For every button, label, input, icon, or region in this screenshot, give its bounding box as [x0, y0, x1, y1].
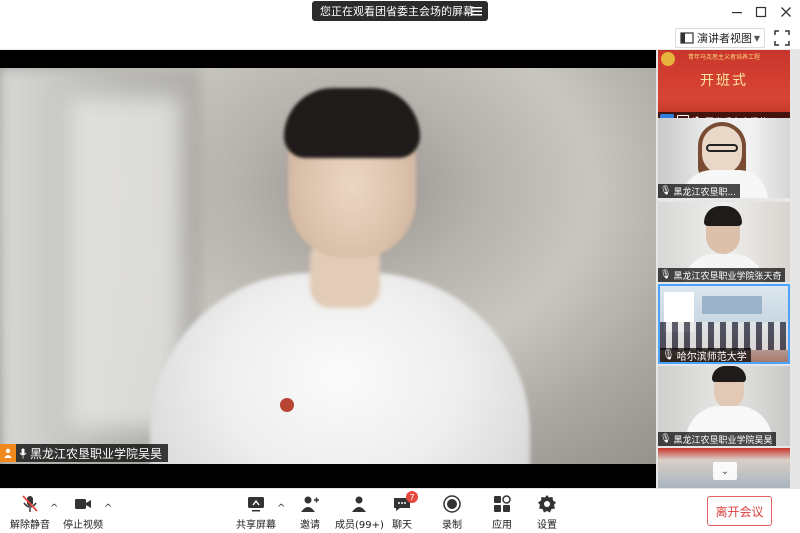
- main-participant-name: 黑龙江农垦职业学院吴昊: [30, 446, 163, 461]
- maximize-button[interactable]: [753, 4, 769, 20]
- close-button[interactable]: [778, 4, 794, 20]
- gear-icon: [538, 495, 556, 513]
- settings-label: 设置: [537, 520, 557, 531]
- thumbnail-name: 黑龙江农垦职...: [673, 187, 737, 198]
- stop-video-label: 停止视频: [63, 520, 103, 531]
- microphone-icon: 🎙: [660, 434, 672, 444]
- members-label: 成员(99+): [335, 520, 384, 531]
- share-screen-icon: [248, 497, 264, 512]
- share-screen-label: 共享屏幕: [236, 520, 276, 531]
- thumbnail-participant-active[interactable]: 🎙 哈尔滨师范大学: [658, 284, 790, 364]
- minimize-icon: [732, 12, 742, 14]
- invite-label: 邀请: [300, 520, 320, 531]
- view-bar: 演讲者视图 ▼: [0, 26, 800, 50]
- chevron-up-icon[interactable]: ^: [104, 503, 112, 514]
- chevron-up-icon[interactable]: ^: [50, 503, 58, 514]
- participant-hair: [712, 366, 746, 382]
- user-icon: [0, 444, 16, 462]
- speaker-badge-pin: [280, 398, 294, 412]
- thumbnail-name: 黑龙江农垦职业学院吴昊: [673, 435, 773, 446]
- chat-button[interactable]: 7 聊天: [392, 491, 418, 531]
- classroom-screen: [702, 296, 762, 314]
- fullscreen-icon[interactable]: [774, 30, 790, 46]
- apps-icon: [494, 495, 511, 512]
- close-icon: [781, 7, 791, 17]
- chevron-down-icon: ▼: [753, 33, 760, 43]
- members-button[interactable]: 成员(99+): [335, 494, 384, 531]
- menu-icon[interactable]: [470, 5, 483, 17]
- screen-share-notice-text: 您正在观看团省委主会场的屏幕: [320, 5, 474, 18]
- thumbnail-name: 黑龙江农垦职业学院张天奇: [673, 271, 782, 282]
- thumbnail-label: 🎙 黑龙江农垦职业学院吴昊: [658, 432, 777, 446]
- record-label: 录制: [442, 520, 462, 531]
- screen-share-notice[interactable]: 您正在观看团省委主会场的屏幕: [312, 1, 488, 21]
- thumbnail-label: 🎙 哈尔滨师范大学: [660, 348, 751, 362]
- chat-label: 聊天: [392, 520, 412, 531]
- scroll-down-button[interactable]: ⌄: [713, 462, 737, 480]
- thumbnail-participant[interactable]: 🎙 黑龙江农垦职业学院张天奇: [658, 202, 790, 282]
- classroom-desks: [660, 322, 788, 350]
- maximize-icon: [755, 6, 767, 18]
- view-mode-select[interactable]: 演讲者视图 ▼: [675, 28, 765, 48]
- thumbnail-participant[interactable]: 🎙 黑龙江农垦职...: [658, 118, 790, 198]
- thumbnail-name: 哈尔滨师范大学: [676, 351, 747, 363]
- thumbnail-participant[interactable]: 🎙 黑龙江农垦职业学院吴昊: [658, 366, 790, 446]
- main-video-feed[interactable]: [0, 68, 656, 464]
- bottom-toolbar: 解除静音 ^ 停止视频 ^ 共享屏幕 ^ 邀请 成员(99+) 7 聊天 录制 …: [0, 488, 800, 533]
- settings-button[interactable]: 设置: [537, 494, 557, 531]
- banner-subtitle: 青年马克思主义者培养工程: [687, 54, 760, 61]
- microphone-muted-icon: [22, 495, 38, 512]
- main-video-area: [0, 50, 656, 488]
- thumbnail-label: 🎙 黑龙江农垦职...: [658, 184, 741, 198]
- leave-meeting-button[interactable]: 离开会议: [707, 496, 772, 526]
- view-mode-label: 演讲者视图: [697, 32, 752, 45]
- participant-glasses: [706, 144, 738, 152]
- microphone-icon: 🎙: [662, 349, 675, 361]
- participant-thumbnails: 青年马克思主义者培养工程 开班式 团省委主会场的... 🎙 黑龙江农垦职... …: [656, 50, 800, 488]
- unmute-button[interactable]: 解除静音: [10, 494, 50, 531]
- share-screen-button[interactable]: 共享屏幕: [236, 494, 276, 531]
- chat-badge: 7: [406, 491, 418, 503]
- unmute-label: 解除静音: [10, 520, 50, 531]
- minimize-button[interactable]: [729, 4, 745, 20]
- main-participant-label: 黑龙江农垦职业学院吴昊: [0, 444, 169, 462]
- chevron-down-icon: ⌄: [720, 465, 730, 477]
- speaker-hair: [284, 88, 420, 158]
- record-button[interactable]: 录制: [442, 494, 462, 531]
- add-user-icon: [301, 496, 319, 512]
- record-icon: [443, 495, 461, 513]
- microphone-icon: 🎙: [660, 186, 672, 196]
- stop-video-button[interactable]: 停止视频: [63, 494, 103, 531]
- apps-button[interactable]: 应用: [492, 494, 512, 531]
- participant-hair: [704, 206, 742, 226]
- layout-icon: [680, 32, 694, 44]
- microphone-icon: 🎙: [660, 270, 672, 280]
- title-bar: 您正在观看团省委主会场的屏幕: [0, 0, 800, 26]
- chevron-up-icon[interactable]: ^: [277, 503, 285, 514]
- users-icon: [352, 496, 367, 512]
- video-camera-icon: [75, 499, 91, 509]
- thumbnail-label: 🎙 黑龙江农垦职业学院张天奇: [658, 268, 786, 282]
- banner-title: 开班式: [700, 73, 748, 89]
- thumbnail-participant[interactable]: ⌄: [658, 448, 790, 488]
- apps-label: 应用: [492, 520, 512, 531]
- microphone-icon: [16, 444, 30, 462]
- invite-button[interactable]: 邀请: [300, 494, 320, 531]
